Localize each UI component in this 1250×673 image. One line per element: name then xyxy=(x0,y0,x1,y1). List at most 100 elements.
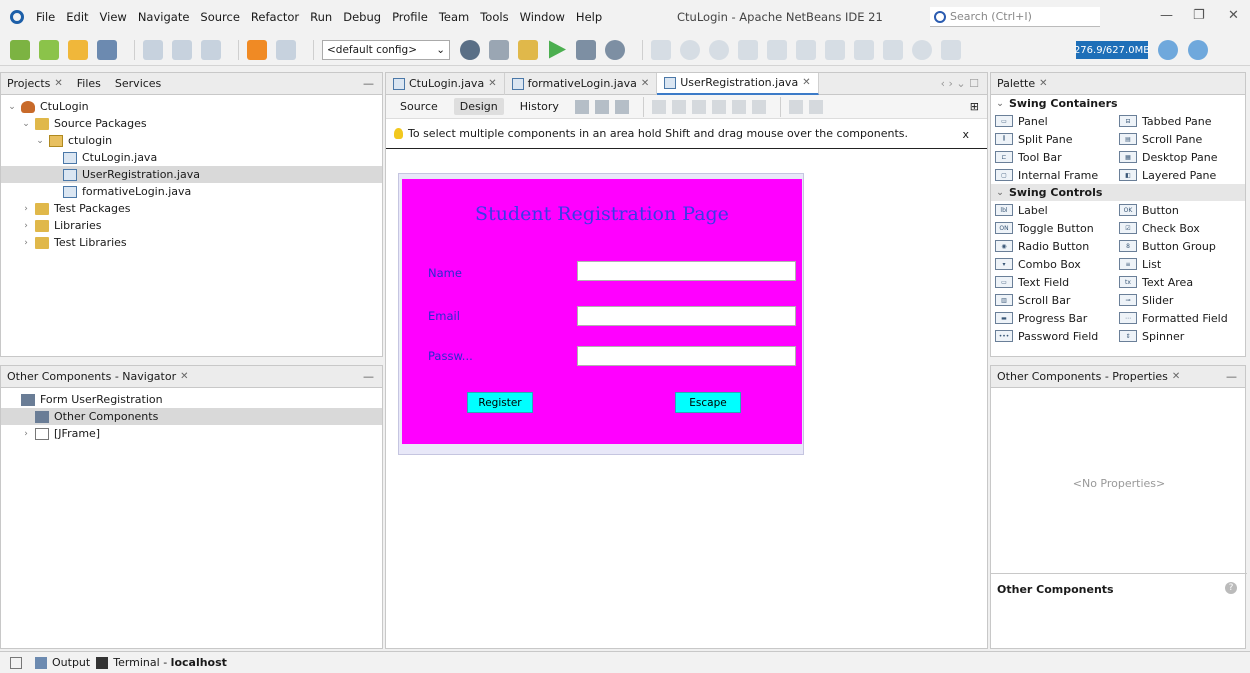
tree-item-ctulogin[interactable]: ⌄ ctulogin xyxy=(1,132,382,149)
hint-close-button[interactable]: x xyxy=(962,128,969,141)
escape-button[interactable]: Escape xyxy=(675,392,741,413)
tree-item-ctulogin[interactable]: ⌄ CtuLogin xyxy=(1,98,382,115)
palette-item-combo-box[interactable]: ▾ Combo Box xyxy=(991,255,1115,273)
chevron-right-icon[interactable]: › xyxy=(21,204,31,214)
close-window-icon[interactable]: ✕ xyxy=(1228,8,1239,23)
tab-ctulogin-java[interactable]: CtuLogin.java ✕ xyxy=(386,72,505,95)
palette-item-spinner[interactable]: ⇕ Spinner xyxy=(1115,327,1239,345)
minimize-panel-icon[interactable]: — xyxy=(1226,370,1237,383)
tree-item-libraries[interactable]: › Libraries xyxy=(1,217,382,234)
menu-help[interactable]: Help xyxy=(576,10,602,24)
palette-category-swing-controls[interactable]: ⌄ Swing Controls xyxy=(991,184,1245,201)
palette-item-text-area[interactable]: tx Text Area xyxy=(1115,273,1239,291)
tab-palette[interactable]: Palette ✕ xyxy=(997,77,1048,90)
tab-history[interactable]: History xyxy=(514,98,565,115)
tree-item-formativelogin-java[interactable]: formativeLogin.java xyxy=(1,183,382,200)
tab-files[interactable]: Files xyxy=(77,77,101,90)
tab-formativelogin-java[interactable]: formativeLogin.java ✕ xyxy=(505,72,658,95)
tree-item-other-components[interactable]: Other Components xyxy=(1,408,382,425)
tab-source[interactable]: Source xyxy=(394,98,444,115)
tree-item-userregistration-java[interactable]: UserRegistration.java xyxy=(1,166,382,183)
open-project-icon[interactable] xyxy=(68,39,88,60)
chevron-right-icon[interactable]: › xyxy=(21,221,31,231)
palette-item-slider[interactable]: ⊸ Slider xyxy=(1115,291,1239,309)
tree-item-source-packages[interactable]: ⌄ Source Packages xyxy=(1,115,382,132)
tab-design[interactable]: Design xyxy=(453,98,504,115)
editor-tab-nav-icon[interactable]: ‹ › ⌄ ☐ xyxy=(941,77,979,90)
palette-item-desktop-pane[interactable]: ▦ Desktop Pane xyxy=(1115,148,1239,166)
debug-icon[interactable] xyxy=(576,39,596,60)
menu-window[interactable]: Window xyxy=(520,10,565,24)
selection-mode-icon[interactable] xyxy=(574,99,589,114)
connection-mode-icon[interactable] xyxy=(594,99,609,114)
tab-properties[interactable]: Other Components - Properties ✕ xyxy=(997,370,1180,383)
palette-item-formatted-field[interactable]: ⋯ Formatted Field xyxy=(1115,309,1239,327)
chevron-right-icon[interactable]: › xyxy=(21,429,31,439)
save-all-icon[interactable] xyxy=(97,39,117,60)
new-file-icon[interactable] xyxy=(10,39,30,60)
palette-item-scroll-pane[interactable]: ▤ Scroll Pane xyxy=(1115,130,1239,148)
chevron-down-icon[interactable]: ⌄ xyxy=(35,136,45,146)
build-icon[interactable] xyxy=(518,39,538,60)
tree-item-test-packages[interactable]: › Test Packages xyxy=(1,200,382,217)
tree-item-jframe[interactable]: › [JFrame] xyxy=(1,425,382,442)
new-project-icon[interactable] xyxy=(39,39,59,60)
close-icon[interactable]: ✕ xyxy=(641,78,649,89)
tab-userregistration-java[interactable]: UserRegistration.java ✕ xyxy=(657,72,819,95)
menu-debug[interactable]: Debug xyxy=(343,10,381,24)
config-select[interactable]: <default config> ⌄ xyxy=(322,39,450,60)
palette-item-button[interactable]: OK Button xyxy=(1115,201,1239,219)
minimize-panel-icon[interactable]: — xyxy=(363,77,374,90)
palette-item-scroll-bar[interactable]: ▥ Scroll Bar xyxy=(991,291,1115,309)
globe-icon[interactable] xyxy=(460,39,480,60)
redo-icon[interactable] xyxy=(276,39,296,60)
palette-item-button-group[interactable]: 8 Button Group xyxy=(1115,237,1239,255)
palette-item-list[interactable]: ≡ List xyxy=(1115,255,1239,273)
maximize-window-icon[interactable]: ❐ xyxy=(1193,8,1205,23)
password-field[interactable] xyxy=(577,346,796,366)
memory-indicator[interactable]: 276.9/627.0MB xyxy=(1074,41,1150,59)
menu-tools[interactable]: Tools xyxy=(480,10,508,24)
preview-design-icon[interactable] xyxy=(614,99,629,114)
tab-navigator[interactable]: Other Components - Navigator ✕ xyxy=(7,370,189,383)
copy-icon[interactable] xyxy=(172,39,192,60)
tree-item-form-userregistration[interactable]: Form UserRegistration xyxy=(1,391,382,408)
expand-icon[interactable]: ⊞ xyxy=(970,100,979,113)
minimize-window-icon[interactable]: — xyxy=(1160,8,1173,23)
close-icon[interactable]: ✕ xyxy=(1172,371,1180,382)
menu-profile[interactable]: Profile xyxy=(392,10,428,24)
palette-item-internal-frame[interactable]: ▢ Internal Frame xyxy=(991,166,1115,184)
output-tab[interactable]: Output xyxy=(52,656,90,669)
palette-item-toggle-button[interactable]: ON Toggle Button xyxy=(991,219,1115,237)
registration-form[interactable]: Student Registration Page Name Email Pas… xyxy=(402,179,802,444)
run-icon[interactable] xyxy=(549,40,566,59)
close-icon[interactable]: ✕ xyxy=(180,371,188,382)
minimize-panel-icon[interactable]: — xyxy=(363,370,374,383)
close-icon[interactable]: ✕ xyxy=(488,78,496,89)
tab-projects[interactable]: Projects ✕ xyxy=(7,77,63,90)
clean-build-icon[interactable] xyxy=(489,39,509,60)
close-icon[interactable]: ✕ xyxy=(1039,78,1047,89)
palette-item-split-pane[interactable]: ⫼ Split Pane xyxy=(991,130,1115,148)
tree-item-test-libraries[interactable]: › Test Libraries xyxy=(1,234,382,251)
terminal-tab[interactable]: Terminal - localhost xyxy=(113,656,227,669)
palette-item-label[interactable]: lbl Label xyxy=(991,201,1115,219)
chevron-down-icon[interactable]: ⌄ xyxy=(7,102,17,112)
tab-services[interactable]: Services xyxy=(115,77,161,90)
register-button[interactable]: Register xyxy=(467,392,533,413)
palette-item-password-field[interactable]: ••• Password Field xyxy=(991,327,1115,345)
cut-icon[interactable] xyxy=(143,39,163,60)
palette-item-tabbed-pane[interactable]: ⊟ Tabbed Pane xyxy=(1115,112,1239,130)
menu-navigate[interactable]: Navigate xyxy=(138,10,190,24)
gc-memory-icon[interactable] xyxy=(1158,40,1178,60)
chevron-right-icon[interactable]: › xyxy=(21,238,31,248)
close-icon[interactable]: ✕ xyxy=(54,78,62,89)
menu-refactor[interactable]: Refactor xyxy=(251,10,299,24)
help-icon[interactable]: ? xyxy=(1225,582,1237,594)
palette-item-check-box[interactable]: ☑ Check Box xyxy=(1115,219,1239,237)
menu-run[interactable]: Run xyxy=(310,10,332,24)
menu-view[interactable]: View xyxy=(100,10,127,24)
palette-category-swing-containers[interactable]: ⌄ Swing Containers xyxy=(991,95,1245,112)
profile-icon[interactable] xyxy=(605,39,625,60)
chevron-down-icon[interactable]: ⌄ xyxy=(21,119,31,129)
